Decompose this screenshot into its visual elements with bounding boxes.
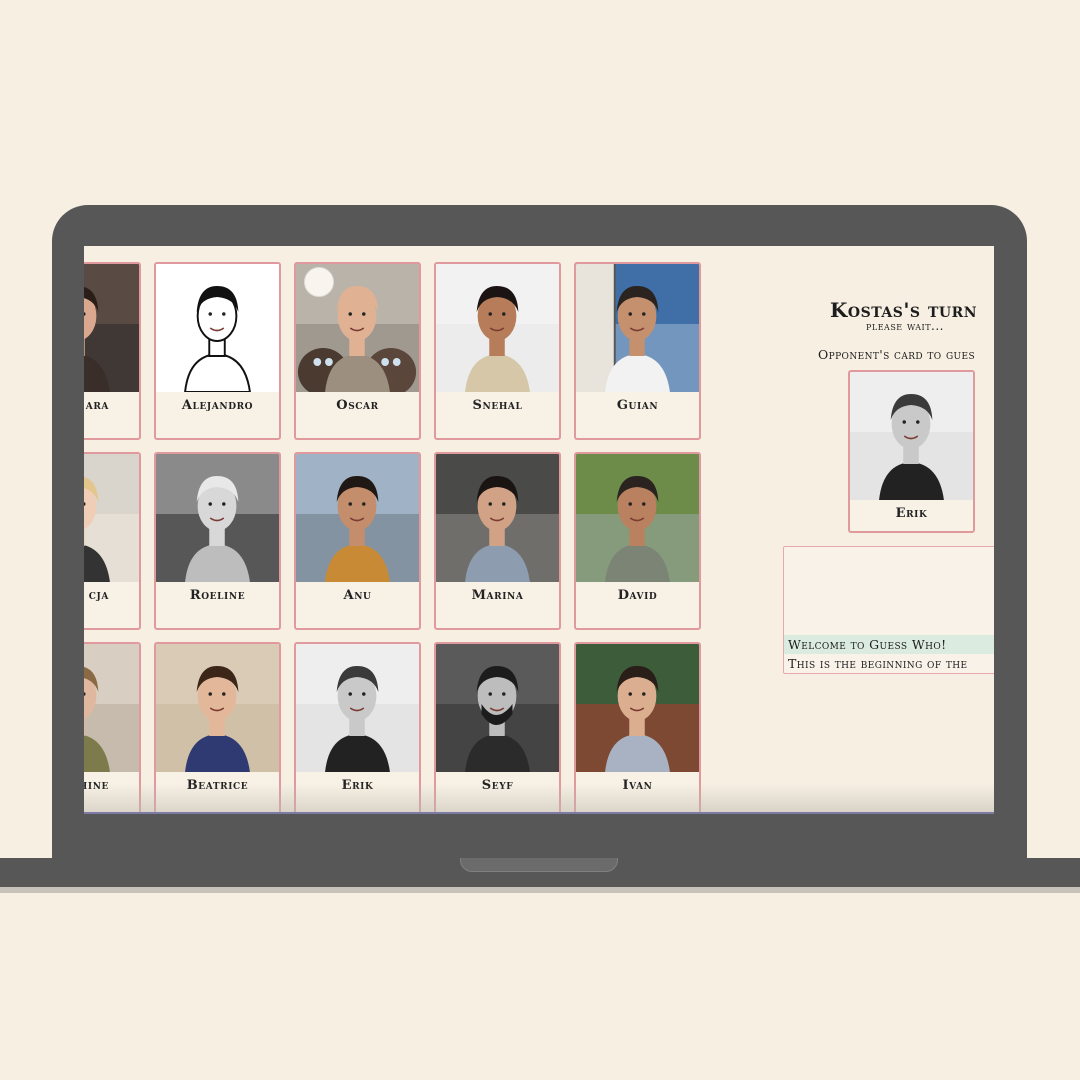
- chat-log[interactable]: Welcome to Guess Who! This is the beginn…: [783, 546, 994, 674]
- chat-message: This is the beginning of the: [788, 656, 968, 671]
- character-name: Seyf: [481, 778, 514, 793]
- opponent-card-slot: Erik: [848, 370, 975, 533]
- character-photo: [84, 264, 139, 392]
- character-name: Marina: [471, 588, 524, 603]
- cursor-marker: [304, 267, 334, 297]
- character-name: hine: [84, 778, 109, 793]
- character-photo: [84, 454, 139, 582]
- character-photo: [850, 372, 973, 500]
- character-card[interactable]: Seyf: [434, 642, 561, 814]
- opponent-card-label: Opponent's card to gues: [818, 347, 976, 362]
- character-photo: [576, 644, 699, 772]
- character-name: Snehal: [472, 398, 523, 413]
- character-card[interactable]: Alejandro: [154, 262, 281, 440]
- character-name: Alejandro: [181, 398, 254, 413]
- character-card[interactable]: Anu: [294, 452, 421, 630]
- character-name: Anu: [343, 588, 372, 603]
- character-name: Oscar: [336, 398, 379, 413]
- character-card[interactable]: Marina: [434, 452, 561, 630]
- character-photo: [156, 264, 279, 392]
- character-photo: [296, 644, 419, 772]
- character-name: Roeline: [189, 588, 246, 603]
- character-photo: [576, 454, 699, 582]
- character-card[interactable]: Snehal: [434, 262, 561, 440]
- character-grid: ara Alejandro Oscar Snehal Guian cja Roe…: [84, 262, 701, 814]
- character-card[interactable]: Erik: [294, 642, 421, 814]
- character-card[interactable]: Guian: [574, 262, 701, 440]
- character-name: Guian: [616, 398, 659, 413]
- character-name: ara: [85, 398, 109, 413]
- laptop-base-shadow: [0, 887, 1080, 893]
- character-card[interactable]: ara: [84, 262, 141, 440]
- character-photo: [156, 644, 279, 772]
- character-photo: [296, 454, 419, 582]
- character-name: Ivan: [622, 778, 653, 793]
- character-photo: [576, 264, 699, 392]
- turn-status: please wait...: [866, 319, 944, 333]
- laptop-screen: ara Alejandro Oscar Snehal Guian cja Roe…: [84, 246, 994, 814]
- character-photo: [436, 264, 559, 392]
- character-name: cja: [88, 588, 109, 603]
- character-name: Erik: [895, 506, 928, 521]
- screen-bottom-edge: [84, 812, 994, 814]
- character-photo: [436, 644, 559, 772]
- laptop-trackpad-notch: [460, 858, 618, 872]
- character-name: David: [617, 588, 658, 603]
- character-card[interactable]: Beatrice: [154, 642, 281, 814]
- character-photo: [84, 644, 139, 772]
- character-card[interactable]: hine: [84, 642, 141, 814]
- chat-message: Welcome to Guess Who!: [784, 635, 994, 654]
- character-photo: [156, 454, 279, 582]
- character-card[interactable]: Ivan: [574, 642, 701, 814]
- character-photo: [436, 454, 559, 582]
- character-card[interactable]: Roeline: [154, 452, 281, 630]
- character-card[interactable]: cja: [84, 452, 141, 630]
- character-name: Beatrice: [186, 778, 249, 793]
- character-name: Erik: [341, 778, 374, 793]
- character-card[interactable]: David: [574, 452, 701, 630]
- opponent-card: Erik: [848, 370, 975, 533]
- character-card[interactable]: Oscar: [294, 262, 421, 440]
